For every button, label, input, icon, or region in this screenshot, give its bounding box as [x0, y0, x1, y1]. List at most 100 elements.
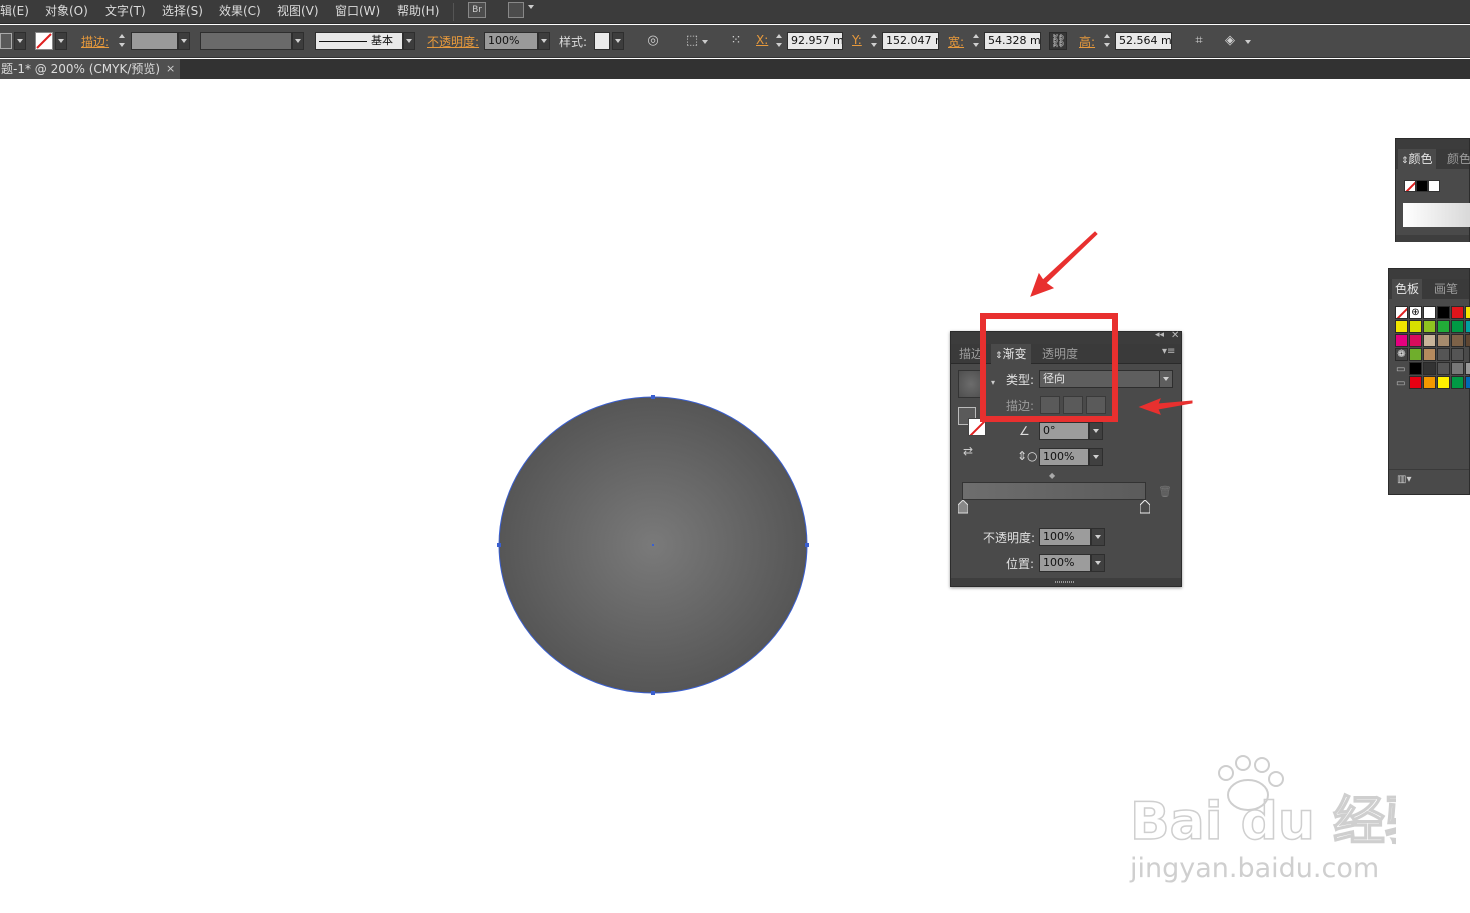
gradient-type-select[interactable]: 径向	[1039, 370, 1161, 388]
panel-menu-icon[interactable]: ▾≡	[1162, 346, 1175, 357]
fill-dropdown[interactable]	[14, 32, 26, 50]
swatch[interactable]	[1451, 348, 1464, 361]
swatch-libraries-menu-icon[interactable]: ▥▾	[1397, 474, 1411, 485]
angle-input[interactable]: 0°	[1039, 422, 1089, 440]
stroke-color-dropdown[interactable]	[55, 32, 67, 50]
swatch[interactable]	[1395, 334, 1408, 347]
folder-icon[interactable]: ▭	[1396, 378, 1405, 389]
collapse-panel-icon[interactable]: ◂◂	[1155, 330, 1164, 340]
swatch[interactable]	[1437, 306, 1450, 319]
reference-point-icon[interactable]: ⁙	[727, 32, 745, 50]
color-stop-right[interactable]	[1140, 500, 1150, 514]
anchor-point[interactable]	[651, 395, 655, 399]
color-spectrum-bar[interactable]	[1403, 203, 1470, 227]
swatch[interactable]	[1465, 334, 1470, 347]
stroke-box[interactable]	[968, 418, 986, 436]
swatch[interactable]	[1423, 376, 1436, 389]
swatch[interactable]	[1409, 376, 1422, 389]
swatch[interactable]	[1423, 362, 1436, 375]
apply-along-stroke-button[interactable]	[1063, 396, 1083, 414]
stroke-none-swatch[interactable]	[35, 32, 53, 50]
menu-type[interactable]: 文字(T)	[105, 2, 146, 19]
stroke-weight-dropdown[interactable]	[178, 32, 190, 50]
panel-resize-bar[interactable]	[1396, 235, 1469, 242]
close-icon[interactable]: ✕	[1171, 330, 1179, 341]
x-stepper[interactable]	[775, 32, 785, 50]
location-dropdown[interactable]	[1091, 554, 1105, 572]
width-input[interactable]: 54.328 mm	[984, 32, 1041, 50]
color-stop-left[interactable]	[958, 500, 968, 514]
pattern-swatch[interactable]	[1409, 348, 1422, 361]
swatch[interactable]	[1451, 376, 1464, 389]
swatch[interactable]	[1409, 320, 1422, 333]
height-label[interactable]: 高:	[1079, 33, 1095, 50]
opacity-dropdown[interactable]	[538, 32, 550, 50]
aspect-ratio-input[interactable]: 100%	[1039, 448, 1089, 466]
swatch-none[interactable]	[1395, 306, 1408, 319]
variable-width-profile[interactable]	[200, 32, 292, 50]
trash-icon[interactable]: 🗑	[1158, 485, 1172, 498]
swatch[interactable]	[1465, 306, 1470, 319]
isolate-group-icon[interactable]: ◈	[1221, 32, 1239, 50]
pattern-swatch[interactable]	[1423, 348, 1436, 361]
swatch[interactable]	[1437, 320, 1450, 333]
recolor-artwork-icon[interactable]: ◎	[644, 32, 662, 50]
registration-swatch-icon[interactable]: ⊕	[1409, 306, 1422, 319]
swatch[interactable]	[1465, 320, 1470, 333]
menu-help[interactable]: 帮助(H)	[397, 2, 439, 19]
swatch[interactable]	[1451, 362, 1464, 375]
menu-edit[interactable]: 辑(E)	[0, 2, 29, 19]
tab-color[interactable]: ⇕颜色	[1398, 149, 1436, 169]
swatch[interactable]	[1465, 362, 1470, 375]
location-input[interactable]: 100%	[1039, 554, 1091, 572]
tab-swatches[interactable]: 色板	[1392, 279, 1423, 299]
tab-gradient[interactable]: ⇕渐变	[991, 344, 1031, 364]
document-tab[interactable]: 题-1* @ 200% (CMYK/预览) ×	[0, 59, 180, 79]
align-to-selection-icon[interactable]: ⬚	[683, 32, 701, 50]
apply-across-stroke-button[interactable]	[1086, 396, 1106, 414]
swatch[interactable]	[1451, 320, 1464, 333]
black-swatch[interactable]	[1416, 180, 1428, 192]
opacity-input[interactable]: 100%	[484, 32, 538, 50]
swatch[interactable]	[1423, 334, 1436, 347]
anchor-point[interactable]	[497, 543, 501, 547]
variable-width-dropdown[interactable]	[292, 32, 304, 50]
swatch[interactable]	[1395, 320, 1408, 333]
chevron-down-icon[interactable]	[702, 40, 708, 44]
height-stepper[interactable]	[1103, 32, 1113, 50]
menu-window[interactable]: 窗口(W)	[335, 2, 380, 19]
swatch[interactable]	[1465, 376, 1470, 389]
swatch[interactable]	[1423, 306, 1436, 319]
swatch[interactable]	[1437, 334, 1450, 347]
swatch[interactable]	[1451, 334, 1464, 347]
panel-titlebar[interactable]	[1396, 139, 1469, 149]
chevron-down-icon[interactable]: ▾	[991, 378, 995, 387]
height-input[interactable]: 52.564 mm	[1115, 32, 1172, 50]
angle-dropdown[interactable]	[1089, 422, 1103, 440]
graphic-style-dropdown[interactable]	[612, 32, 624, 50]
pattern-swatch-icon[interactable]: ❁	[1395, 348, 1408, 361]
anchor-point[interactable]	[651, 691, 655, 695]
none-swatch[interactable]	[1404, 180, 1416, 192]
apply-within-stroke-button[interactable]	[1040, 396, 1060, 414]
tab-stroke[interactable]: 描边	[955, 344, 987, 364]
stroke-weight-input[interactable]	[131, 32, 178, 50]
transform-icon[interactable]: ⌗	[1190, 32, 1208, 50]
y-label[interactable]: Y:	[852, 33, 862, 47]
aspect-ratio-dropdown[interactable]	[1089, 448, 1103, 466]
white-swatch[interactable]	[1428, 180, 1440, 192]
panel-titlebar[interactable]	[1389, 269, 1469, 279]
stop-opacity-dropdown[interactable]	[1091, 528, 1105, 546]
menu-effect[interactable]: 效果(C)	[219, 2, 261, 19]
anchor-point[interactable]	[805, 543, 809, 547]
reverse-gradient-icon[interactable]: ⇄	[963, 444, 973, 458]
stop-opacity-input[interactable]: 100%	[1039, 528, 1091, 546]
swatch[interactable]	[1451, 306, 1464, 319]
brush-definition-dropdown[interactable]	[403, 32, 415, 50]
opacity-label[interactable]: 不透明度:	[427, 33, 479, 50]
chevron-down-icon[interactable]	[528, 5, 534, 9]
chevron-down-icon[interactable]	[1245, 40, 1251, 44]
y-input[interactable]: 152.047 mm	[882, 32, 939, 50]
constrain-proportions-link-icon[interactable]: ⛓	[1049, 32, 1067, 50]
tab-transparency[interactable]: 透明度	[1038, 344, 1082, 364]
